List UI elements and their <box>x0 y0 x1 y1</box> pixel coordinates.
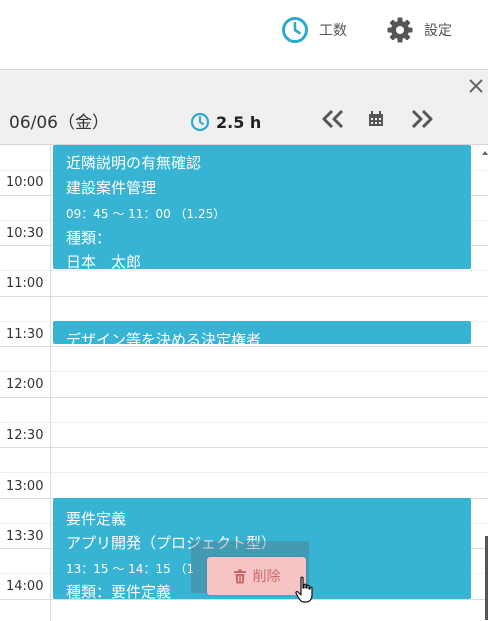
calendar-icon[interactable] <box>365 108 387 130</box>
clock-icon <box>190 112 210 132</box>
event-title: 要件定義 <box>66 510 127 528</box>
gear-icon <box>387 17 413 43</box>
event-type: 種類： <box>66 229 112 247</box>
day-panel-header: 06/06（金） 2.5 h <box>0 70 488 145</box>
top-bar: 工数 設定 <box>0 0 488 70</box>
event-block[interactable]: 近隣説明の有無確認 建設案件管理 09：45 ～ 11：00 （1.25） 種類… <box>53 145 471 269</box>
settings-button[interactable]: 設定 <box>386 15 452 45</box>
grid-divider <box>50 145 51 621</box>
event-type: 種類：要件定義 <box>66 583 172 599</box>
total-hours-value: 2.5 h <box>216 112 262 132</box>
kosu-label: 工数 <box>319 23 347 39</box>
grid-line <box>0 346 488 347</box>
event-title: 近隣説明の有無確認 <box>66 154 202 172</box>
grid-line <box>0 599 488 600</box>
grid-line <box>0 472 488 473</box>
grid-line <box>0 270 488 271</box>
grid-line <box>0 422 488 423</box>
event-time: 09：45 ～ 11：00 （1.25） <box>66 207 226 221</box>
total-hours: 2.5 h <box>190 112 261 132</box>
time-label: 11:00 <box>6 276 44 291</box>
time-label: 10:00 <box>6 175 44 190</box>
time-label: 11:30 <box>6 327 44 342</box>
prev-day-icon[interactable] <box>320 108 346 130</box>
grid-line <box>0 447 488 448</box>
kosu-button[interactable]: 工数 <box>281 15 347 45</box>
clock-icon <box>282 17 308 43</box>
event-title: デザイン等を決める決定権者 <box>66 331 262 344</box>
grid-line <box>0 397 488 398</box>
event-block[interactable]: デザイン等を決める決定権者 <box>53 321 471 344</box>
time-label: 10:30 <box>6 226 44 241</box>
delete-label: 削除 <box>252 569 281 585</box>
settei-label: 設定 <box>424 23 452 39</box>
time-label: 12:30 <box>6 428 44 443</box>
next-day-icon[interactable] <box>409 108 435 130</box>
event-time: 13：15 ～ 14：15 （1 <box>66 562 195 576</box>
close-icon[interactable] <box>468 78 484 94</box>
hand-cursor-icon <box>295 576 313 603</box>
date-label: 06/06（金） <box>9 113 109 133</box>
grid-line <box>0 296 488 297</box>
time-label: 13:00 <box>6 479 44 494</box>
time-label: 12:00 <box>6 377 44 392</box>
trash-icon <box>233 569 246 583</box>
grid-line <box>0 371 488 372</box>
event-project: 建設案件管理 <box>66 179 157 197</box>
delete-button[interactable]: 削除 <box>207 557 306 595</box>
time-label: 13:30 <box>6 529 44 544</box>
event-person: 日本 太郎 <box>66 253 142 269</box>
time-label: 14:00 <box>6 579 44 594</box>
scroll-up-icon[interactable] <box>482 150 488 156</box>
